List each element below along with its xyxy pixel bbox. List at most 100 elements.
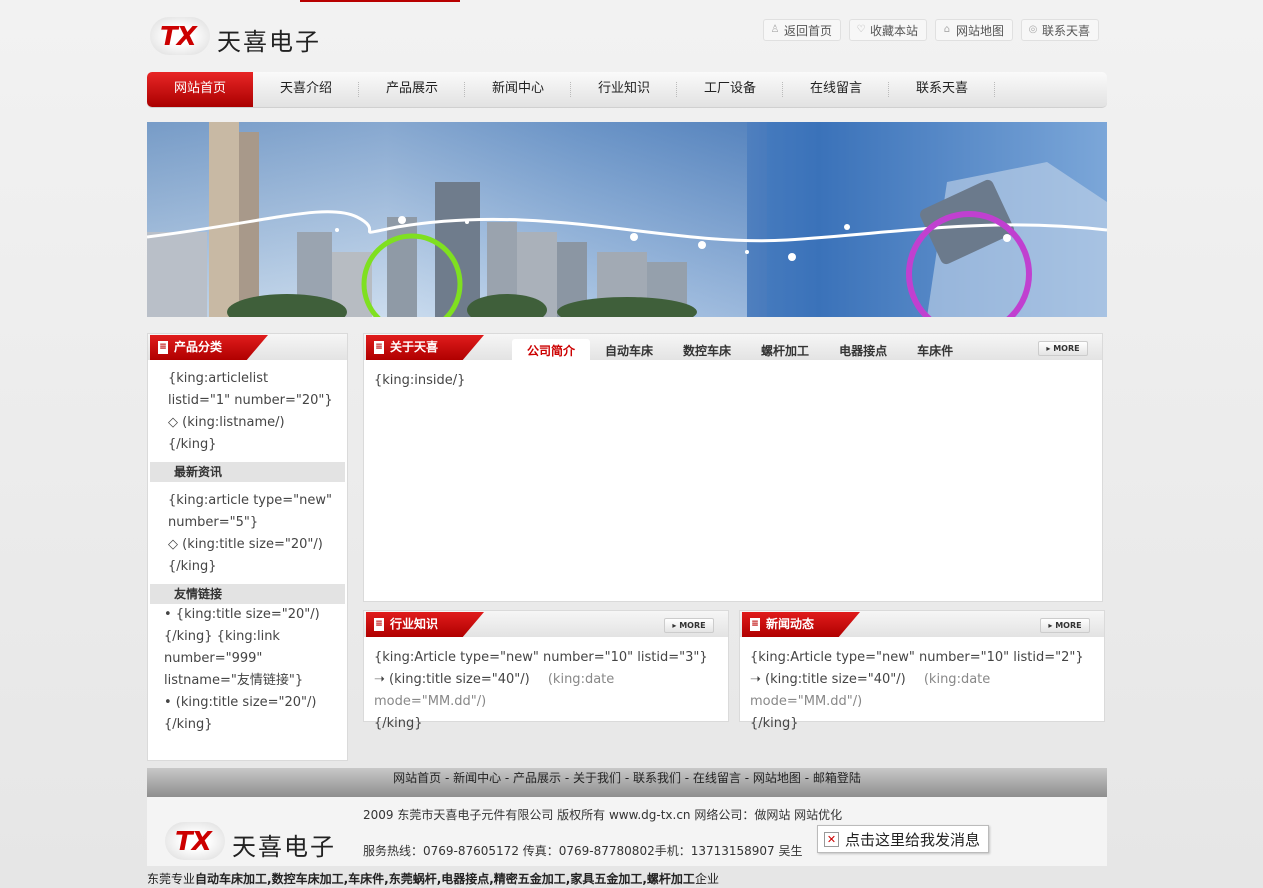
logo-mark: TX	[160, 22, 197, 52]
seo-suffix: 企业	[694, 872, 719, 886]
news-body: {king:Article type="new" number="10" lis…	[740, 637, 1104, 745]
seo-prefix: 东莞专业	[147, 872, 196, 886]
news-more-button[interactable]: ▸ MORE	[1040, 618, 1090, 633]
nav-home[interactable]: 网站首页	[147, 72, 253, 107]
close-icon[interactable]: ✕	[824, 831, 839, 847]
item-title: (king:title size="40"/)	[765, 672, 906, 687]
contact-icon: ◎	[1028, 24, 1038, 35]
about-panel: ≡ 关于天喜 公司简介 自动车床 数控车床 螺杆加工 电器接点 车床件 ▸ MO…	[363, 333, 1103, 602]
user-icon: ♙	[770, 24, 780, 35]
news-item[interactable]: ➝ (king:title size="40"/) (king:date mod…	[750, 669, 1094, 713]
industry-tab: ≡ 行业知识	[366, 612, 484, 637]
footer: TX 天喜电子 2009 东莞市天喜电子元件有限公司 版权所有 www.dg-t…	[147, 797, 1107, 866]
tab-electrical-contacts[interactable]: 电器接点	[824, 339, 902, 361]
news-panel: ≡ 新闻动态 ▸ MORE {king:Article type="new" n…	[739, 610, 1105, 731]
link-item[interactable]: • (king:title size="20"/)	[164, 692, 333, 714]
contact-text: 服务热线：0769-87605172 传真：0769-87780802手机：13…	[363, 844, 803, 858]
industry-panel: ≡ 行业知识 ▸ MORE {king:Article type="new" n…	[363, 610, 729, 731]
product-category-header: ≡ 产品分类	[148, 334, 347, 360]
hero-banner	[147, 122, 1107, 317]
top-link-home[interactable]: ♙ 返回首页	[762, 19, 841, 41]
news-tab: ≡ 新闻动态	[742, 612, 860, 637]
industry-more-button[interactable]: ▸ MORE	[664, 618, 714, 633]
site-logo[interactable]: TX 天喜电子	[147, 14, 327, 58]
category-item[interactable]: ◇ (king:listname/)	[168, 412, 333, 434]
nav-equipment[interactable]: 工厂设备	[677, 72, 783, 107]
seo-keywords: 东莞专业自动车床加工,数控车床加工,车床件,东莞蜗杆,电器接点,精密五金加工,家…	[147, 870, 719, 887]
home-icon: ⌂	[943, 24, 951, 35]
industry-item[interactable]: ➝ (king:title size="40"/) (king:date mod…	[374, 669, 718, 713]
top-link-favorite[interactable]: ♡ 收藏本站	[848, 19, 927, 41]
latest-news-heading: 最新资讯	[150, 462, 345, 482]
template-line: {king:Article type="new" number="10" lis…	[374, 650, 708, 665]
item-title: (king:title size="40"/)	[389, 672, 530, 687]
about-title: 关于天喜	[390, 340, 439, 354]
more-label: MORE	[1053, 344, 1080, 353]
footer-nav[interactable]: 网站首页 - 新闻中心 - 产品展示 - 关于我们 - 联系我们 - 在线留言 …	[147, 768, 1107, 797]
main-nav: 网站首页 天喜介绍 产品展示 新闻中心 行业知识 工厂设备 在线留言 联系天喜	[147, 72, 1107, 108]
favorite-icon: ♡	[856, 24, 866, 35]
industry-title: 行业知识	[390, 617, 439, 631]
top-link-contact[interactable]: ◎ 联系天喜	[1020, 19, 1099, 41]
template-line: {/king} {king:link number="999" listname…	[164, 629, 304, 688]
about-more-button[interactable]: ▸ MORE	[1038, 341, 1088, 356]
nav-news[interactable]: 新闻中心	[465, 72, 571, 107]
document-icon: ≡	[158, 341, 168, 354]
seo-keyword-links[interactable]: 自动车床加工,数控车床加工,车床件,东莞蜗杆,电器接点,精密五金加工,家具五金加…	[195, 872, 695, 886]
latest-news-list: {king:article type="new" number="5"} ◇ (…	[148, 482, 347, 578]
top-link-sitemap[interactable]: ⌂ 网站地图	[934, 19, 1013, 41]
logo-mark: TX	[175, 827, 212, 857]
template-line: {/king}	[164, 717, 213, 732]
more-label: MORE	[1055, 621, 1082, 630]
top-link-label: 网站地图	[955, 23, 1004, 38]
arrow-icon: ➝	[750, 672, 766, 687]
about-header: ≡ 关于天喜 公司简介 自动车床 数控车床 螺杆加工 电器接点 车床件 ▸ MO…	[364, 334, 1102, 361]
news-item[interactable]: ◇ (king:title size="20"/)	[168, 534, 333, 556]
product-category-tab: ≡ 产品分类	[150, 335, 268, 360]
industry-header: ≡ 行业知识 ▸ MORE	[364, 611, 728, 637]
template-line: {/king}	[750, 716, 799, 731]
more-label: MORE	[679, 621, 706, 630]
template-line: {king:articlelist listid="1" number="20"…	[168, 371, 333, 408]
top-link-label: 收藏本站	[869, 23, 918, 38]
nav-products[interactable]: 产品展示	[359, 72, 465, 107]
template-line: {king:article type="new" number="5"}	[168, 493, 332, 530]
nav-message[interactable]: 在线留言	[783, 72, 889, 107]
template-line: {/king}	[374, 716, 423, 731]
about-tabs: 公司简介 自动车床 数控车床 螺杆加工 电器接点 车床件	[512, 339, 968, 361]
template-line: {king:Article type="new" number="10" lis…	[750, 650, 1084, 665]
document-icon: ≡	[374, 618, 384, 631]
logo-text: 天喜电子	[217, 28, 321, 56]
product-category-title: 产品分类	[174, 340, 223, 354]
top-link-label: 返回首页	[783, 23, 832, 38]
top-link-label: 联系天喜	[1041, 23, 1090, 38]
nav-about[interactable]: 天喜介绍	[253, 72, 359, 107]
send-message-button[interactable]: ✕ 点击这里给我发消息	[817, 825, 989, 853]
link-item[interactable]: • {king:title size="20"/)	[164, 604, 333, 626]
banner-illustration	[147, 122, 1107, 317]
tab-screw-machining[interactable]: 螺杆加工	[746, 339, 824, 361]
top-accent-line	[300, 0, 460, 2]
industry-body: {king:Article type="new" number="10" lis…	[364, 637, 728, 745]
document-icon: ≡	[750, 618, 760, 631]
news-header: ≡ 新闻动态 ▸ MORE	[740, 611, 1104, 637]
tab-lathe-parts[interactable]: 车床件	[902, 339, 968, 361]
tab-auto-lathe[interactable]: 自动车床	[590, 339, 668, 361]
friend-links-list: • {king:title size="20"/) {/king} {king:…	[148, 604, 347, 736]
template-line: {/king}	[168, 559, 217, 574]
about-body: {king:inside/}	[374, 373, 466, 388]
footer-logo: TX 天喜电子	[162, 819, 342, 863]
document-icon: ≡	[374, 341, 384, 354]
news-title: 新闻动态	[766, 617, 815, 631]
left-sidebar: ≡ 产品分类 {king:articlelist listid="1" numb…	[147, 333, 348, 761]
arrow-icon: ➝	[374, 672, 390, 687]
nav-contact[interactable]: 联系天喜	[889, 72, 995, 107]
about-tab: ≡ 关于天喜	[366, 335, 484, 360]
send-message-label: 点击这里给我发消息	[845, 830, 981, 849]
tab-cnc-lathe[interactable]: 数控车床	[668, 339, 746, 361]
template-line: {/king}	[168, 437, 217, 452]
copyright-text: 2009 东莞市天喜电子元件有限公司 版权所有 www.dg-tx.cn 网络公…	[363, 808, 843, 822]
nav-knowledge[interactable]: 行业知识	[571, 72, 677, 107]
tab-company-profile[interactable]: 公司简介	[512, 339, 591, 361]
product-category-list: {king:articlelist listid="1" number="20"…	[148, 360, 347, 456]
